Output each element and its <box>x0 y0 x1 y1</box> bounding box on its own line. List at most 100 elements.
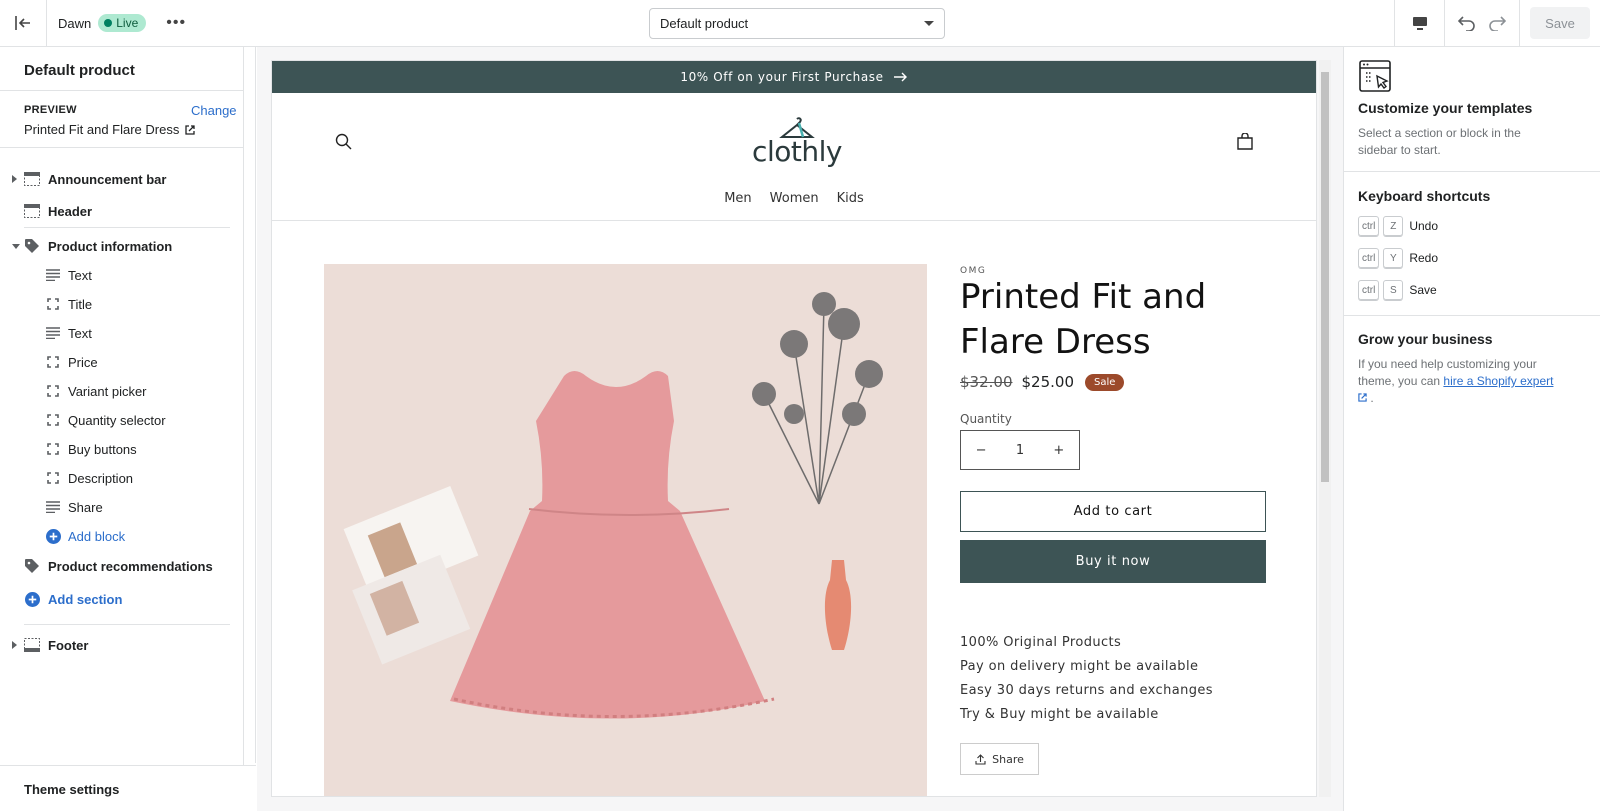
sidebar: Default product PREVIEW Change Printed F… <box>0 47 244 811</box>
more-actions-button[interactable]: ••• <box>166 14 186 32</box>
search-icon[interactable] <box>335 133 352 150</box>
dress-photo <box>324 264 927 796</box>
quantity-stepper: − 1 + <box>960 430 1080 470</box>
store-preview-frame[interactable]: 10% Off on your First Purchase clothly M… <box>271 60 1317 797</box>
sidebar-title: Default product <box>24 62 135 79</box>
decrease-button[interactable]: − <box>976 443 987 458</box>
block-label: Description <box>68 470 134 486</box>
key-ctrl: ctrl <box>1358 280 1380 300</box>
block-frame-icon <box>45 441 61 457</box>
quantity-label: Quantity <box>960 412 1012 426</box>
nav-link-men[interactable]: Men <box>724 191 751 206</box>
add-block-label: Add block <box>68 528 126 544</box>
save-button[interactable]: Save <box>1530 7 1590 39</box>
preview-label: PREVIEW <box>24 104 77 116</box>
block-frame-icon <box>45 470 61 486</box>
template-select[interactable]: Default product <box>649 8 945 39</box>
tag-icon <box>24 238 40 254</box>
add-to-cart-button[interactable]: Add to cart <box>960 491 1266 532</box>
live-label: Live <box>116 16 139 30</box>
external-link-icon[interactable] <box>1358 393 1367 402</box>
shortcut-action: Redo <box>1409 251 1439 265</box>
sale-badge: Sale <box>1085 373 1125 391</box>
divider <box>1344 171 1600 172</box>
live-badge: Live <box>98 14 147 32</box>
desktop-view-button[interactable] <box>1394 0 1444 46</box>
share-label: Share <box>992 752 1024 766</box>
share-button[interactable]: Share <box>960 743 1039 775</box>
block-frame-icon <box>45 383 61 399</box>
block-label: Buy buttons <box>68 441 137 457</box>
block-label: Quantity selector <box>68 412 166 428</box>
block-label: Share <box>68 499 103 515</box>
theme-settings-button[interactable]: Theme settings <box>0 765 256 811</box>
shortcut-action: Save <box>1409 283 1437 297</box>
template-cursor-icon <box>1359 60 1391 92</box>
hire-expert-link[interactable]: hire a Shopify expert <box>1443 374 1553 388</box>
section-layout-icon <box>24 171 40 187</box>
exit-icon <box>15 16 30 30</box>
key-ctrl: ctrl <box>1358 216 1380 236</box>
sidebar-scrollbar[interactable] <box>244 47 256 763</box>
divider <box>0 147 244 148</box>
increase-button[interactable]: + <box>1053 443 1064 458</box>
quantity-input[interactable]: 1 <box>1016 443 1024 458</box>
top-bar: Dawn Live ••• Default product Save <box>0 0 1600 47</box>
key-y: Y <box>1383 248 1404 268</box>
feature-item: Easy 30 days returns and exchanges <box>960 683 1213 698</box>
section-layout-icon <box>24 637 40 653</box>
price-row: $32.00 $25.00 Sale <box>960 373 1125 391</box>
chevron-down-icon <box>924 21 934 26</box>
feature-item: Pay on delivery might be available <box>960 659 1199 674</box>
collapse-arrow-icon[interactable] <box>12 243 20 249</box>
tag-icon <box>24 558 40 574</box>
expand-arrow-icon[interactable] <box>12 175 17 183</box>
store-logo[interactable]: clothly <box>752 115 842 171</box>
logo-text: clothly <box>752 135 842 168</box>
nav-link-women[interactable]: Women <box>770 191 819 206</box>
block-label: Text <box>68 325 92 341</box>
block-frame-icon <box>45 354 61 370</box>
external-link-icon[interactable] <box>185 124 195 135</box>
live-dot-icon <box>104 19 113 27</box>
section-label: Product recommendations <box>48 558 213 574</box>
arrow-right-icon <box>893 72 907 82</box>
undo-icon[interactable] <box>1458 15 1476 31</box>
theme-name: Dawn <box>58 15 92 31</box>
product-image[interactable] <box>324 264 927 796</box>
redo-icon[interactable] <box>1488 15 1506 31</box>
block-label: Price <box>68 354 98 370</box>
section-label: Footer <box>48 637 89 653</box>
key-z: Z <box>1383 216 1404 236</box>
template-select-value: Default product <box>660 16 749 31</box>
customize-title: Customize your templates <box>1358 100 1533 116</box>
text-lines-icon <box>45 267 61 283</box>
key-s: S <box>1383 280 1404 300</box>
exit-button[interactable] <box>0 0 47 46</box>
product-title: Printed Fit and Flare Dress <box>960 277 1207 362</box>
compare-price: $32.00 <box>960 373 1013 391</box>
nav-link-kids[interactable]: Kids <box>837 191 864 206</box>
section-layout-icon <box>24 203 40 219</box>
feature-item: 100% Original Products <box>960 635 1122 650</box>
cart-icon[interactable] <box>1236 133 1254 151</box>
divider <box>24 227 230 228</box>
preview-product: Printed Fit and Flare Dress <box>24 122 195 137</box>
add-section-label: Add section <box>48 591 123 607</box>
desktop-icon <box>1412 16 1427 30</box>
plus-circle-icon <box>45 528 61 544</box>
buy-now-button[interactable]: Buy it now <box>960 540 1266 583</box>
block-label: Text <box>68 267 92 283</box>
block-frame-icon <box>45 412 61 428</box>
announcement-bar[interactable]: 10% Off on your First Purchase <box>272 61 1316 93</box>
expand-arrow-icon[interactable] <box>12 641 17 649</box>
preview-scrollbar[interactable] <box>1319 60 1331 797</box>
section-label: Header <box>48 203 93 219</box>
change-preview-link[interactable]: Change <box>191 103 237 118</box>
grow-text-after: . <box>1367 391 1374 405</box>
preview-product-name[interactable]: Printed Fit and Flare Dress <box>24 122 179 137</box>
announcement-text: 10% Off on your First Purchase <box>680 70 884 84</box>
preview-scrollbar-thumb[interactable] <box>1321 72 1329 482</box>
key-ctrl: ctrl <box>1358 248 1380 268</box>
sale-price: $25.00 <box>1021 373 1075 391</box>
